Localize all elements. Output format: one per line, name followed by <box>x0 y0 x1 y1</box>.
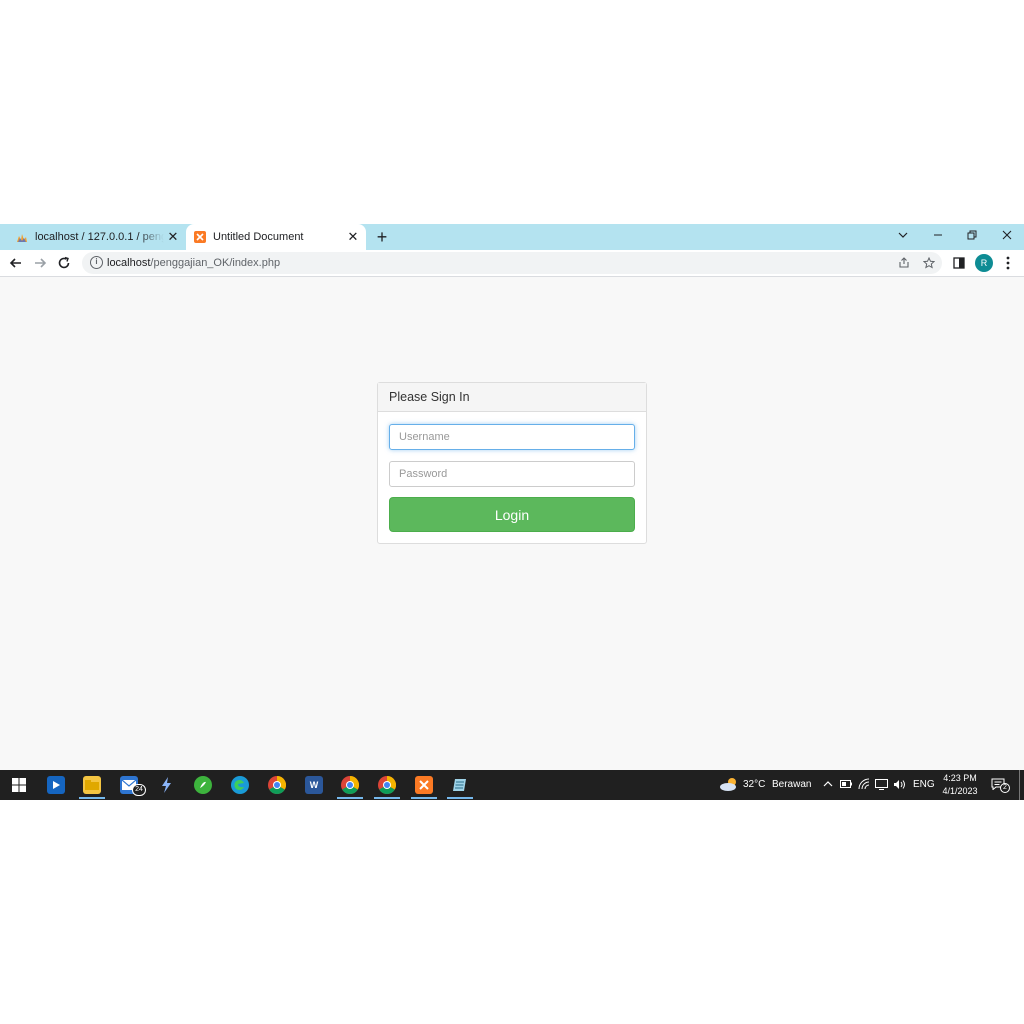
browser-toolbar: i localhost/penggajian_OK/index.php R <box>0 250 1024 277</box>
green-app-icon[interactable] <box>194 776 212 794</box>
weather-icon[interactable] <box>719 770 739 800</box>
edge-browser-icon[interactable] <box>231 776 249 794</box>
login-panel: Please Sign In Login <box>377 382 647 544</box>
tab-phpmyadmin[interactable]: localhost / 127.0.0.1 / penggajian ✕ <box>8 224 186 250</box>
reload-button[interactable] <box>54 253 74 273</box>
chrome-icon[interactable] <box>268 776 287 795</box>
minimize-icon[interactable] <box>924 224 952 246</box>
active-indicator <box>79 797 105 799</box>
url-text[interactable]: localhost/penggajian_OK/index.php <box>107 257 280 269</box>
close-tab-icon[interactable]: ✕ <box>164 229 182 245</box>
clock[interactable]: 4:23 PM 4/1/2023 <box>936 772 984 798</box>
chrome-active-icon[interactable] <box>378 776 397 795</box>
close-window-icon[interactable] <box>993 224 1021 246</box>
wifi-icon[interactable] <box>858 770 870 800</box>
volume-icon[interactable] <box>893 770 906 800</box>
windows-start-icon[interactable] <box>10 776 28 794</box>
phpmyadmin-icon <box>17 234 27 242</box>
panel-heading: Please Sign In <box>378 383 646 412</box>
tab-title: localhost / 127.0.0.1 / penggajian <box>35 231 164 243</box>
new-tab-button[interactable]: + <box>372 227 392 247</box>
password-input[interactable] <box>389 461 635 487</box>
close-tab-icon[interactable]: ✕ <box>344 229 362 245</box>
active-indicator <box>447 797 473 799</box>
forward-button[interactable] <box>30 253 50 273</box>
word-icon[interactable]: W <box>305 776 323 794</box>
url-path: /penggajian_OK/index.php <box>150 257 281 269</box>
clock-date: 4/1/2023 <box>942 786 978 796</box>
screen: localhost / 127.0.0.1 / penggajian ✕ Unt… <box>0 224 1024 800</box>
chrome-profile-icon[interactable] <box>341 776 360 795</box>
info-icon[interactable]: i <box>90 256 103 269</box>
active-indicator <box>374 797 400 799</box>
lightning-app-icon[interactable] <box>157 776 175 794</box>
xampp-taskbar-icon[interactable] <box>415 776 433 794</box>
address-bar[interactable]: i localhost/penggajian_OK/index.php <box>82 252 942 274</box>
active-indicator <box>411 797 437 799</box>
notification-badge: 2 <box>1000 783 1010 793</box>
battery-icon[interactable] <box>840 770 852 800</box>
restore-icon[interactable] <box>958 224 986 246</box>
active-indicator <box>337 797 363 799</box>
back-button[interactable] <box>6 253 26 273</box>
menu-kebab-icon[interactable] <box>998 253 1018 273</box>
language-indicator[interactable]: ENG <box>913 770 935 800</box>
login-button[interactable]: Login <box>389 497 635 532</box>
notepad-icon[interactable] <box>451 776 469 794</box>
share-icon[interactable] <box>896 255 912 271</box>
url-host: localhost <box>107 257 151 269</box>
username-input[interactable] <box>389 424 635 450</box>
clock-time: 4:23 PM <box>943 773 977 783</box>
tray-chevron-up-icon[interactable] <box>823 770 833 800</box>
weather-desc[interactable]: Berawan <box>772 770 811 800</box>
display-icon[interactable] <box>875 770 888 800</box>
media-player-icon[interactable] <box>47 776 65 794</box>
file-explorer-icon[interactable] <box>83 776 101 794</box>
tab-title: Untitled Document <box>213 231 304 243</box>
tab-search-icon[interactable] <box>889 224 917 246</box>
weather-temp[interactable]: 32°C <box>743 770 765 800</box>
taskbar: 24 W 32°C Berawan ENG 4:23 PM 4/1/2023 2 <box>0 770 1024 800</box>
profile-avatar[interactable]: R <box>975 254 993 272</box>
mail-badge: 24 <box>132 784 146 796</box>
tab-strip: localhost / 127.0.0.1 / penggajian ✕ Unt… <box>0 224 1024 250</box>
side-panel-icon[interactable] <box>949 253 969 273</box>
tab-untitled-document[interactable]: Untitled Document ✕ <box>186 224 366 250</box>
bookmark-star-icon[interactable] <box>921 255 937 271</box>
show-desktop-button[interactable] <box>1019 770 1024 800</box>
xampp-icon <box>194 231 206 243</box>
